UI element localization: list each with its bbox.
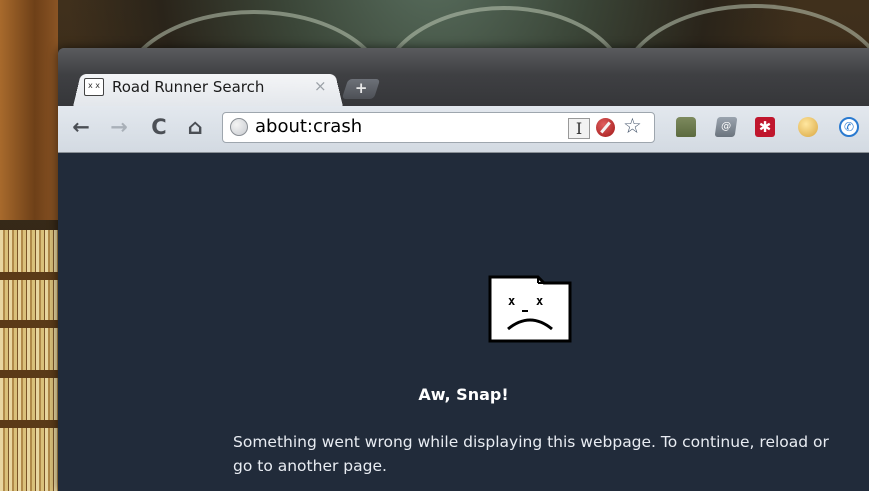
bookshelf-divider	[0, 370, 58, 378]
lastpass-extension-icon[interactable]: ✱	[755, 117, 775, 137]
mail-extension-icon[interactable]: @	[715, 117, 738, 137]
svg-text:x: x	[536, 294, 543, 308]
bookshelf-row	[0, 378, 58, 420]
mail-glyph: @	[715, 117, 738, 137]
bookshelf-row	[0, 280, 58, 320]
back-button[interactable]: ←	[68, 114, 94, 140]
sad-tab-favicon-icon: x x	[84, 78, 104, 96]
bookshelf-row	[0, 328, 58, 370]
page-content: x x Aw, Snap! Something went wrong while…	[58, 153, 869, 491]
bookmark-star-icon[interactable]: ☆	[623, 114, 642, 138]
tab-close-icon[interactable]: ×	[314, 77, 327, 95]
tab-title: Road Runner Search	[112, 78, 264, 96]
svg-text:x: x	[508, 294, 515, 308]
bookshelf-divider	[0, 420, 58, 428]
bookshelf-row	[0, 230, 58, 272]
browser-window: x x Road Runner Search × + ← → C ⌂ about…	[58, 48, 869, 491]
home-button[interactable]: ⌂	[182, 114, 208, 140]
smiley-extension-icon[interactable]	[798, 117, 818, 137]
reload-button[interactable]: C	[146, 114, 172, 140]
address-bar[interactable]: about:crash I ☆	[222, 112, 655, 143]
bookshelf-row	[0, 428, 58, 491]
bookshelf-divider	[0, 320, 58, 328]
error-heading: Aw, Snap!	[58, 385, 869, 404]
sad-tab-icon: x x	[486, 273, 574, 345]
block-extension-icon[interactable]	[596, 118, 615, 137]
url-text[interactable]: about:crash	[255, 116, 362, 137]
plus-icon: +	[345, 79, 377, 98]
forward-button[interactable]: →	[106, 114, 132, 140]
new-tab-button[interactable]: +	[342, 79, 380, 99]
tab-road-runner-search[interactable]: x x Road Runner Search ×	[72, 71, 344, 107]
tab-strip: x x Road Runner Search × +	[58, 48, 869, 114]
globe-icon	[230, 118, 248, 136]
bookshelf-divider	[0, 272, 58, 280]
browser-toolbar: ← → C ⌂ about:crash I ☆ @ ✱ ✆	[58, 106, 869, 153]
error-message: Something went wrong while displaying th…	[233, 430, 833, 478]
wallpaper-wood-panel	[0, 0, 58, 220]
phone-extension-icon[interactable]: ✆	[839, 117, 859, 137]
robot-extension-icon[interactable]	[676, 117, 696, 137]
text-cursor-extension-icon[interactable]: I	[568, 118, 590, 139]
